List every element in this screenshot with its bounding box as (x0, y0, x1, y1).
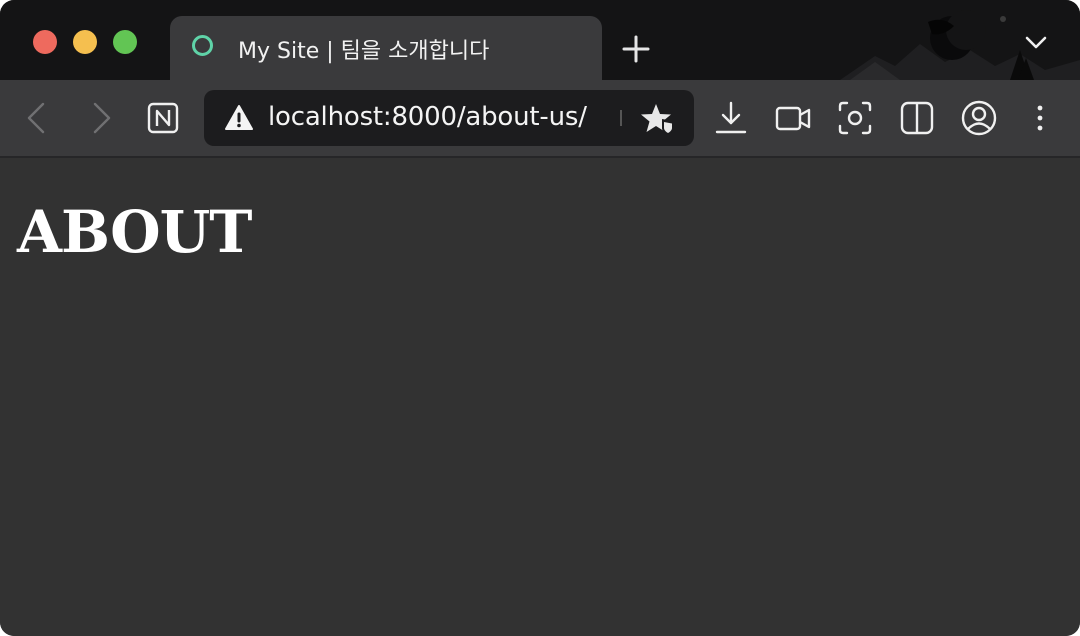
screenshot-button[interactable] (835, 98, 875, 138)
notion-n-icon (147, 102, 179, 134)
more-vertical-icon (1037, 105, 1043, 131)
tab-strip: My Site | 팀을 소개합니다 (0, 0, 1080, 80)
profile-button[interactable] (959, 98, 999, 138)
menu-button[interactable] (1020, 98, 1060, 138)
downloads-button[interactable] (711, 98, 751, 138)
zoom-window-button[interactable] (113, 30, 137, 54)
forward-button[interactable] (81, 98, 121, 138)
loading-favicon-icon (192, 35, 213, 56)
page-title: ABOUT (17, 198, 252, 266)
active-tab[interactable]: My Site | 팀을 소개합니다 (170, 16, 602, 80)
screenshot-icon (838, 101, 872, 135)
address-bar[interactable]: localhost:8000/about-us/ (204, 90, 694, 146)
split-view-button[interactable] (897, 98, 937, 138)
bookmark-star-icon[interactable] (640, 102, 676, 136)
split-view-icon (900, 101, 934, 135)
chevron-down-icon (1025, 36, 1047, 49)
url-text: localhost:8000/about-us/ (268, 102, 587, 132)
download-icon (715, 101, 747, 134)
forward-arrow-icon (93, 102, 111, 134)
new-tab-button[interactable] (620, 33, 652, 65)
tab-title: My Site | 팀을 소개합니다 (238, 39, 490, 64)
browser-window: My Site | 팀을 소개합니다 localhost:8000/about-… (0, 0, 1080, 636)
extension-button[interactable] (143, 98, 183, 138)
record-button[interactable] (773, 98, 813, 138)
plus-icon (622, 35, 650, 63)
url-separator (620, 110, 622, 126)
back-arrow-icon (27, 102, 45, 134)
back-button[interactable] (17, 98, 57, 138)
video-camera-icon (775, 106, 811, 131)
close-window-button[interactable] (33, 30, 57, 54)
warning-triangle-icon[interactable] (224, 104, 254, 132)
url-fade (604, 90, 644, 146)
page-content: ABOUT (0, 158, 1080, 636)
minimize-window-button[interactable] (73, 30, 97, 54)
tab-list-button[interactable] (1022, 30, 1050, 54)
browser-toolbar: localhost:8000/about-us/ (0, 80, 1080, 158)
profile-icon (961, 100, 997, 136)
